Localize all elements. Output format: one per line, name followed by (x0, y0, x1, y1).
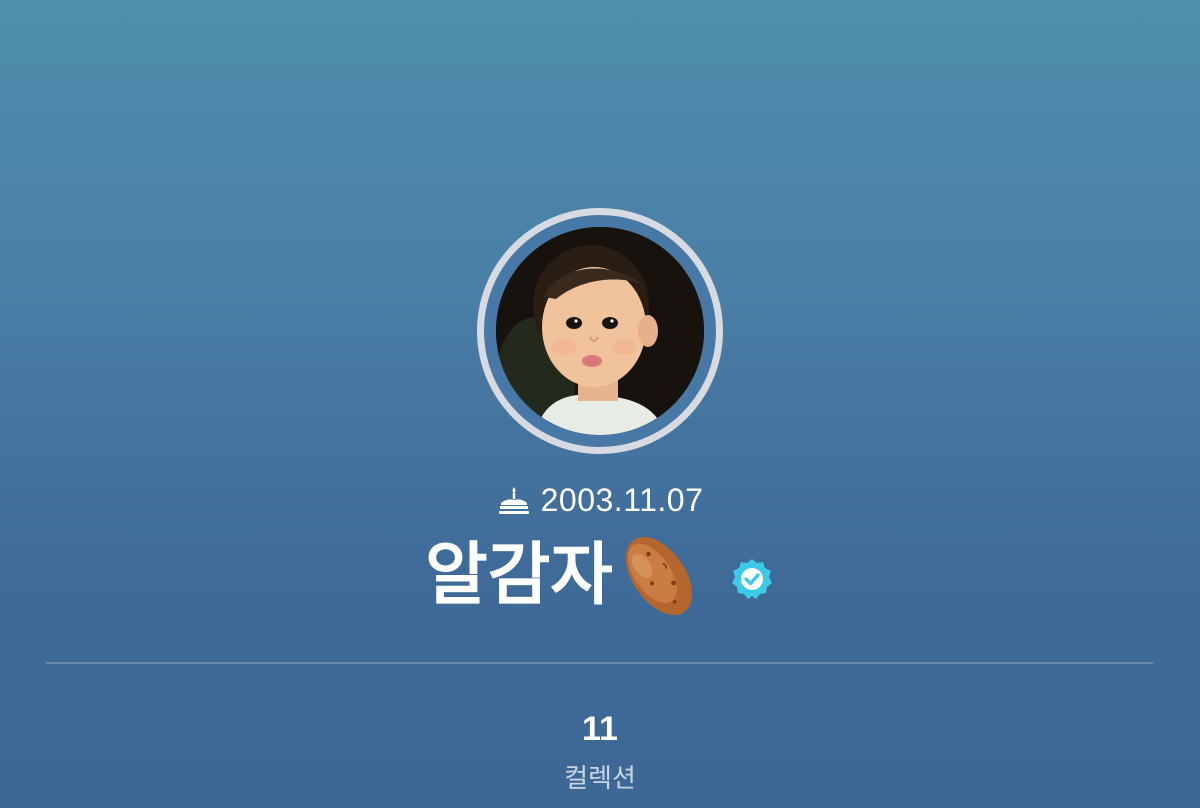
name-row: 알감자 (0, 528, 1200, 624)
collection-label: 컬렉션 (564, 764, 636, 794)
birthday-cake-icon (497, 483, 531, 517)
avatar-photo (496, 227, 704, 435)
divider (46, 662, 1153, 664)
birthday-row: 2003.11.07 (0, 480, 1200, 520)
collection-stat[interactable]: 11 컬렉션 (0, 706, 1200, 795)
verified-badge-icon (729, 556, 775, 602)
profile-header: 2003.11.07 알감자 11 컬렉션 (0, 0, 1200, 808)
avatar[interactable] (477, 208, 723, 454)
potato-icon (611, 528, 707, 624)
collection-count: 11 (582, 710, 618, 748)
display-name: 알감자 (425, 536, 613, 615)
birthday-date: 2003.11.07 (540, 481, 704, 518)
